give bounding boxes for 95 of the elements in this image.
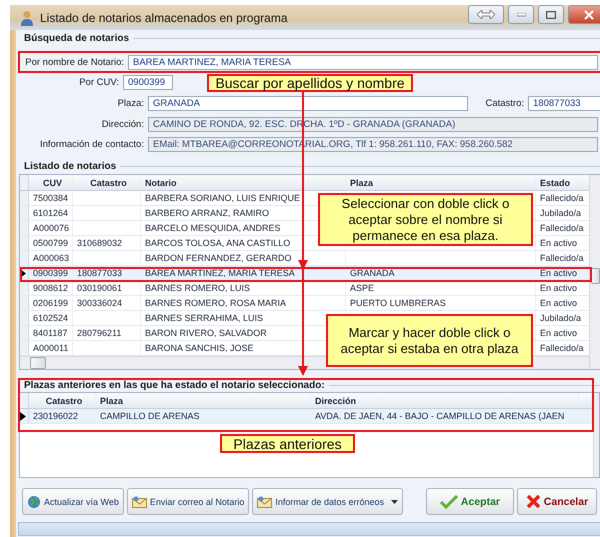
table-cell: En activo <box>540 283 578 293</box>
table-cell: En activo <box>540 238 578 248</box>
group-title: Listado de notarios <box>24 161 116 172</box>
table-cell: PUERTO LUMBRERAS <box>350 298 446 308</box>
column-header[interactable]: Plaza <box>96 393 311 408</box>
table-cell: BARCOS TOLOSA, ANA CASTILLO <box>145 238 290 248</box>
check-icon <box>440 494 458 508</box>
table-cell: BARON RIVERO, SALVADOR <box>145 328 267 338</box>
double-arrow-icon <box>477 10 495 19</box>
table-cell: Fallecido/a <box>540 253 584 263</box>
annotation-tooltip: Buscar por apellidos y nombre <box>207 74 413 92</box>
table-cell: 0500799 <box>33 238 68 248</box>
column-header[interactable]: Dirección <box>311 393 579 408</box>
field-label: Catastro: <box>484 98 525 108</box>
corner-header <box>20 393 29 408</box>
notario-field[interactable]: BAREA MARTINEZ, MARIA TERESA <box>128 54 598 70</box>
table-cell: BARBERO ARRANZ, RAMIRO <box>145 208 270 218</box>
table-cell: AVDA. DE JAEN, 44 - BAJO - CAMPILLO DE ARENAS (JAEN <box>315 411 564 421</box>
resize-button[interactable] <box>468 5 504 24</box>
table-cell: 6102524 <box>33 313 68 323</box>
row-pointer-icon <box>20 412 26 420</box>
column-header[interactable]: Catastro <box>73 175 141 190</box>
table-cell: BARONA SANCHIS, JOSE <box>145 343 254 353</box>
row-header[interactable] <box>20 409 29 423</box>
column-header[interactable]: Catastro <box>29 393 96 408</box>
accept-button[interactable]: Aceptar <box>426 488 514 515</box>
table-cell: 0900399 <box>33 268 68 278</box>
column-header[interactable]: Plaza <box>346 175 536 190</box>
table-cell: BAREA MARTINEZ, MARIA TERESA <box>145 268 295 278</box>
table-cell: En activo <box>540 298 578 308</box>
table-cell: 6101264 <box>33 208 68 218</box>
plaza-field[interactable]: GRANADA <box>148 96 468 110</box>
table-cell: CAMPILLO DE ARENAS <box>100 411 200 421</box>
table-cell: 7500384 <box>33 193 68 203</box>
table-cell: Jubilado/a <box>540 208 582 218</box>
mail-menu-button[interactable]: Informar de datos erróneos <box>252 488 403 515</box>
table-cell: 9008612 <box>33 283 68 293</box>
catastro-field[interactable]: 180877033 <box>528 96 600 110</box>
table-cell: ASPE <box>350 283 374 293</box>
cuv-field[interactable]: 0900399 <box>123 74 173 90</box>
envelope-icon <box>132 496 147 508</box>
table-cell: 8401187 <box>33 328 68 338</box>
table-cell: BARDON FERNANDEZ, GERARDO <box>145 253 292 263</box>
table-cell: BARNES ROMERO, ROSA MARIA <box>145 298 286 308</box>
caret-icon <box>390 500 398 504</box>
field-label: Información de contacto: <box>38 138 145 150</box>
web-button[interactable]: Actualizar vía Web <box>22 488 124 515</box>
minimize-icon <box>516 12 526 16</box>
table-cell: A000011 <box>33 343 68 353</box>
table-cell: Fallecido/a <box>540 343 584 353</box>
mail-button[interactable]: Enviar correo al Notario <box>126 488 250 515</box>
vertical-scrollbar[interactable] <box>589 175 600 369</box>
table-cell: 300336024 <box>77 298 122 308</box>
table-cell: BARNES SERRAHIMA, LUIS <box>145 313 264 323</box>
table-cell: GRANADA <box>350 268 395 278</box>
field-label: Por CUV: <box>78 76 120 88</box>
table-cell: 280796211 <box>77 328 122 338</box>
column-header[interactable]: CUV <box>29 175 73 190</box>
table-cell: A000076 <box>33 223 70 233</box>
field-label: Plaza: <box>116 98 145 108</box>
table-cell: BARNES ROMERO, LUIS <box>145 283 250 293</box>
table-cell: 180877033 <box>77 268 122 278</box>
envelope-icon <box>257 496 272 508</box>
field-label: Dirección: <box>100 118 145 130</box>
close-icon <box>526 494 541 509</box>
table-cell: Fallecido/a <box>540 193 584 203</box>
user-icon <box>20 10 34 26</box>
table-cell: En activo <box>540 268 578 278</box>
annotation-tooltip: Marcar y hacer doble click o aceptar si estaba en otra plaza <box>326 314 533 367</box>
group-title: Búsqueda de notarios <box>24 33 130 44</box>
globe-icon <box>27 494 41 508</box>
corner-header <box>20 175 29 190</box>
table-cell: 0206199 <box>33 298 68 308</box>
annotation-tooltip: Plazas anteriores <box>220 434 355 453</box>
table-cell: BARBERA SORIANO, LUIS ENRIQUE <box>145 193 300 203</box>
table-cell: BARCELO MESQUIDA, ANDRES <box>145 223 281 233</box>
table-cell: A000063 <box>33 253 70 263</box>
vertical-scrollbar[interactable] <box>593 393 599 477</box>
table-cell: En activo <box>540 328 578 338</box>
table-cell: Jubilado/a <box>540 313 582 323</box>
maximize-button[interactable] <box>538 5 564 24</box>
row-pointer-icon <box>20 268 26 278</box>
table-cell: 310689032 <box>77 238 122 248</box>
close-icon <box>584 10 594 20</box>
window-title: Listado de notarios almacenados en programa <box>40 10 288 24</box>
table-cell: 230196022 <box>33 411 78 421</box>
table-cell: 030190061 <box>77 283 122 293</box>
cancel-button[interactable]: Cancelar <box>516 488 597 515</box>
field-label: Por nombre de Notario: <box>24 56 125 68</box>
maximize-icon <box>546 10 556 18</box>
annotation-tooltip: Seleccionar con doble click o aceptar sobre el nombre si permanece en esa plaza. <box>318 193 533 246</box>
group-title: Plazas anteriores en las que ha estado el notario seleccionado: <box>24 380 325 391</box>
minimize-button[interactable] <box>508 5 534 24</box>
table-cell: Fallecido/a <box>540 223 584 233</box>
close-button[interactable] <box>568 5 600 24</box>
